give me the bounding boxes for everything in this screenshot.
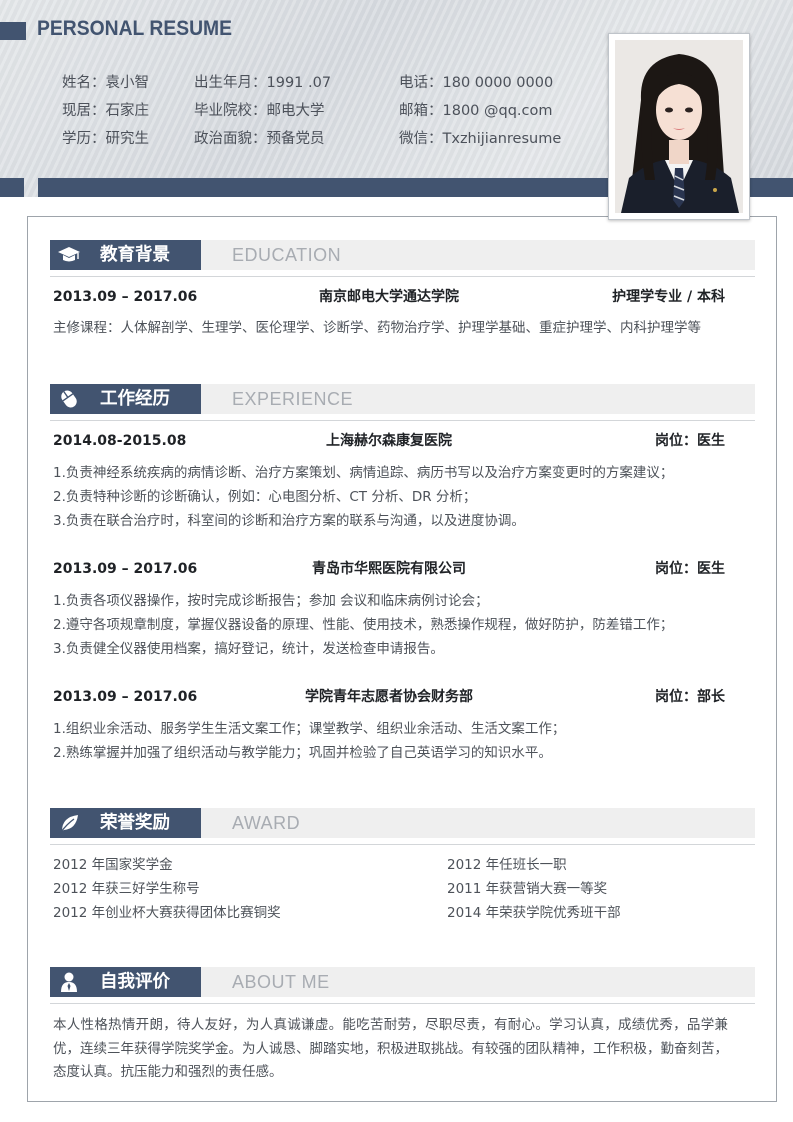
experience-line: 2.熟练掌握并加强了组织活动与教学能力；巩固并检验了自己英语学习的知识水平。 bbox=[53, 745, 552, 761]
award-item: 2012 年国家奖学金 bbox=[53, 857, 173, 873]
experience-line: 3.负责在联合治疗时，科室间的诊断和治疗方案的联系与沟通，以及进度协调。 bbox=[53, 513, 525, 529]
entry-org: 学院青年志愿者协会财务部 bbox=[305, 689, 473, 705]
title-accent-bar bbox=[0, 22, 26, 40]
entry-role: 岗位：医生 bbox=[655, 433, 725, 449]
profile-photo-frame bbox=[608, 33, 750, 220]
entry-role: 护理学专业 / 本科 bbox=[612, 289, 725, 305]
entry-org: 上海赫尔森康复医院 bbox=[326, 433, 452, 449]
resume-title: PERSONAL RESUME bbox=[37, 17, 233, 40]
experience-entry-head: 2013.09 – 2017.06 青岛市华熙医院有限公司 岗位：医生 bbox=[53, 559, 725, 579]
section-title-en: ABOUT ME bbox=[232, 972, 330, 992]
info-name: 姓名：袁小智 bbox=[62, 75, 149, 91]
experience-line: 1.负责各项仪器操作，按时完成诊断报告；参加 会议和临床病例讨论会； bbox=[53, 593, 489, 609]
profile-photo bbox=[615, 40, 743, 213]
award-item: 2012 年任班长一职 bbox=[447, 857, 567, 873]
section-title-cn: 工作经历 bbox=[100, 389, 170, 409]
person-icon bbox=[61, 972, 77, 992]
section-header-about: 自我评价 ABOUT ME bbox=[50, 967, 755, 997]
leaf-icon bbox=[60, 815, 78, 833]
entry-org: 青岛市华熙医院有限公司 bbox=[312, 561, 466, 577]
section-header-experience: 工作经历 EXPERIENCE bbox=[50, 384, 755, 414]
section-header-award: 荣誉奖励 AWARD bbox=[50, 808, 755, 838]
experience-line: 2.负责特种诊断的诊断确认，例如：心电图分析、CT 分析、DR 分析； bbox=[53, 489, 477, 505]
info-email: 邮箱：1800 @qq.com bbox=[399, 103, 553, 119]
experience-line: 1.负责神经系统疾病的病情诊断、治疗方案策划、病情追踪、病历书写以及治疗方案变更… bbox=[53, 465, 674, 481]
section-title-cn: 荣誉奖励 bbox=[100, 813, 170, 833]
info-wechat: 微信：Txzhijianresume bbox=[399, 131, 562, 147]
section-divider bbox=[50, 276, 755, 277]
info-degree: 学历：研究生 bbox=[62, 131, 149, 147]
experience-line: 3.负责健全仪器使用档案，搞好登记，统计，发送检查申请报告。 bbox=[53, 641, 444, 657]
header-bottom-bar-left bbox=[0, 178, 24, 197]
portrait-illustration bbox=[615, 40, 743, 213]
experience-line: 1.组织业余活动、服务学生生活文案工作；课堂教学、组织业余活动、生活文案工作； bbox=[53, 721, 566, 737]
experience-entry-head: 2014.08-2015.08 上海赫尔森康复医院 岗位：医生 bbox=[53, 431, 725, 451]
section-divider bbox=[50, 1003, 755, 1004]
section-title-en: AWARD bbox=[232, 813, 301, 833]
section-divider bbox=[50, 420, 755, 421]
info-school: 毕业院校：邮电大学 bbox=[194, 103, 325, 119]
section-header-education: 教育背景 EDUCATION bbox=[50, 240, 755, 270]
info-phone: 电话：180 0000 0000 bbox=[399, 75, 554, 91]
section-title-en: EXPERIENCE bbox=[232, 389, 354, 409]
education-courses: 主修课程：人体解剖学、生理学、医伦理学、诊断学、药物治疗学、护理学基础、重症护理… bbox=[53, 320, 701, 336]
info-residence: 现居：石家庄 bbox=[62, 103, 149, 119]
section-title-cn: 自我评价 bbox=[100, 972, 170, 992]
section-title-en: EDUCATION bbox=[232, 245, 342, 265]
entry-role: 岗位：医生 bbox=[655, 561, 725, 577]
award-item: 2012 年获三好学生称号 bbox=[53, 881, 200, 897]
section-divider bbox=[50, 844, 755, 845]
mouse-icon bbox=[61, 390, 77, 408]
info-birth: 出生年月：1991 .07 bbox=[194, 75, 332, 91]
section-title-cn: 教育背景 bbox=[100, 245, 170, 265]
entry-role: 岗位：部长 bbox=[655, 689, 725, 705]
award-item: 2014 年荣获学院优秀班干部 bbox=[447, 905, 621, 921]
info-political: 政治面貌：预备党员 bbox=[194, 131, 325, 147]
award-item: 2011 年获营销大赛一等奖 bbox=[447, 881, 608, 897]
award-item: 2012 年创业杯大赛获得团体比赛铜奖 bbox=[53, 905, 281, 921]
graduation-cap-icon bbox=[58, 247, 80, 262]
about-me-text: 本人性格热情开朗，待人友好，为人真诚谦虚。能吃苦耐劳，尽职尽责，有耐心。学习认真… bbox=[53, 1017, 728, 1080]
experience-line: 2.遵守各项规章制度，掌握仪器设备的原理、性能、使用技术，熟悉操作规程，做好防护… bbox=[53, 617, 674, 633]
experience-entry-head: 2013.09 – 2017.06 学院青年志愿者协会财务部 岗位：部长 bbox=[53, 687, 725, 707]
education-entry-head: 2013.09 – 2017.06 南京邮电大学通达学院 护理学专业 / 本科 bbox=[53, 287, 725, 307]
